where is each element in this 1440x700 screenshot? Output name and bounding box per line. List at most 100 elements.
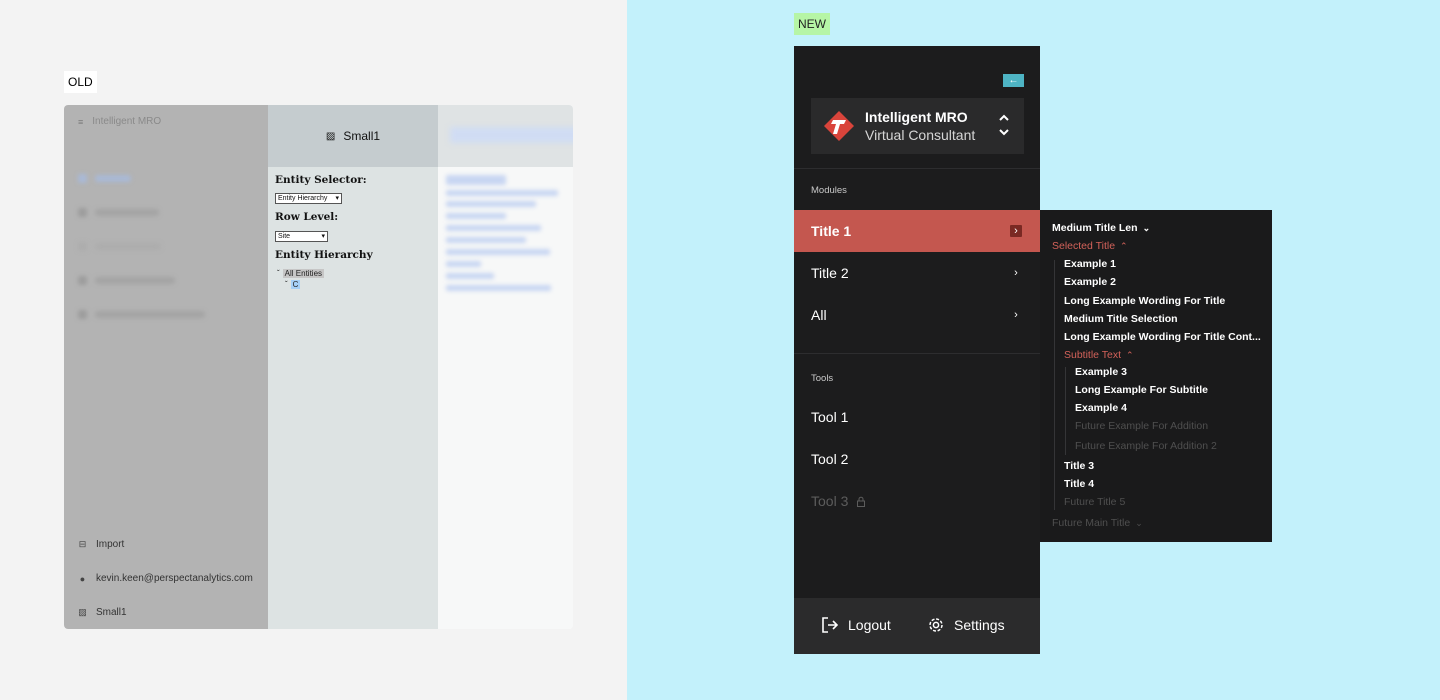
- tree-node-child[interactable]: ˇ C: [277, 279, 324, 290]
- tree-guide-line: [1054, 260, 1055, 510]
- submenu-future-item: Future Title 5: [1064, 496, 1126, 508]
- brand-switcher[interactable]: Intelligent MRO Virtual Consultant: [811, 98, 1024, 154]
- chevron-down-icon: ▾: [335, 195, 339, 202]
- caret-icon[interactable]: ˇ: [285, 280, 288, 289]
- chevron-right-icon: ›: [1010, 225, 1022, 237]
- submenu-item[interactable]: Title 4: [1064, 478, 1094, 490]
- blurred-title: [450, 127, 573, 143]
- old-nav-item-blurred[interactable]: [78, 207, 159, 217]
- gear-icon: [929, 618, 943, 632]
- arrow-left-icon: ←: [1008, 75, 1019, 86]
- old-app-title: Intelligent MRO: [92, 116, 162, 127]
- old-nav-item-blurred[interactable]: [78, 173, 131, 183]
- blurred-text: [446, 249, 550, 255]
- submenu-top-label: Medium Title Len: [1052, 222, 1138, 234]
- tree-node-root[interactable]: ˇ All Entities: [277, 268, 325, 279]
- submenu-top-item[interactable]: Medium Title Len ⌄: [1052, 222, 1150, 234]
- submenu-item[interactable]: Example 2: [1064, 276, 1116, 288]
- tool-item-label: Tool 2: [811, 451, 849, 467]
- chevron-right-icon: ›: [1014, 267, 1018, 279]
- module-item-title-2[interactable]: Title 2 ›: [794, 252, 1040, 294]
- hamburger-icon[interactable]: ≡: [78, 117, 83, 127]
- entity-selector-value: Entity Hierarchy: [278, 195, 328, 202]
- tool-item-2[interactable]: Tool 2: [811, 451, 848, 467]
- submenu-future-sub-item: Future Example For Addition 2: [1075, 440, 1217, 452]
- brand-subtitle: Virtual Consultant: [865, 127, 976, 143]
- submenu-sub-item[interactable]: Long Example For Subtitle: [1075, 384, 1208, 396]
- blurred-text: [446, 175, 506, 185]
- tree-guide-line: [1065, 367, 1066, 455]
- blurred-text: [446, 225, 541, 231]
- old-panel-title: Small1: [343, 129, 381, 143]
- chevron-down-icon: ⌄: [1142, 222, 1151, 233]
- logout-button[interactable]: Logout: [821, 616, 891, 634]
- submenu-selected-label: Selected Title: [1052, 240, 1116, 252]
- divider: [794, 353, 1040, 354]
- old-nav-item-blurred[interactable]: [78, 309, 205, 319]
- caret-icon[interactable]: ˇ: [277, 269, 280, 278]
- settings-label: Settings: [954, 617, 1005, 633]
- user-icon: ●: [79, 573, 86, 584]
- submenu-sub-item[interactable]: Example 3: [1075, 366, 1127, 378]
- import-icon: ⊟: [78, 539, 87, 549]
- module-submenu: Medium Title Len ⌄ Selected Title ⌃ Exam…: [1040, 210, 1272, 542]
- factory-icon: ▨: [78, 607, 87, 617]
- old-content-area: [438, 105, 573, 629]
- row-level-label: Row Level:: [275, 211, 339, 223]
- factory-icon: ▨: [325, 130, 336, 142]
- submenu-subtitle-label: Subtitle Text: [1064, 349, 1122, 361]
- tool-item-label: Tool 1: [811, 409, 849, 425]
- blurred-text: [446, 201, 536, 207]
- tree-child-label[interactable]: C: [290, 280, 301, 289]
- settings-button[interactable]: Settings: [927, 616, 1005, 634]
- old-panel-header: ▨ Small1: [268, 105, 438, 167]
- module-item-label: All: [811, 307, 827, 323]
- module-item-all[interactable]: All ›: [794, 294, 1040, 336]
- tool-item-1[interactable]: Tool 1: [811, 409, 848, 425]
- old-nav-item-blurred[interactable]: [78, 275, 175, 285]
- submenu-future-main-label: Future Main Title: [1052, 517, 1131, 529]
- old-import-label: Import: [96, 539, 125, 550]
- submenu-item[interactable]: Long Example Wording For Title Cont...: [1064, 331, 1261, 343]
- tree-root-label[interactable]: All Entities: [282, 269, 325, 278]
- row-level-select[interactable]: Site ▾: [275, 231, 328, 242]
- collapse-sidebar-button[interactable]: ←: [1003, 74, 1024, 87]
- brand-logo-icon: [824, 111, 854, 141]
- entity-selector-label: Entity Selector:: [275, 174, 367, 186]
- blurred-text: [446, 273, 494, 279]
- old-label-tag: OLD: [64, 71, 97, 93]
- submenu-item[interactable]: Long Example Wording For Title: [1064, 295, 1225, 307]
- blurred-text: [446, 285, 551, 291]
- brand-name: Intelligent MRO: [865, 109, 968, 125]
- module-item-label: Title 2: [811, 265, 849, 281]
- new-sidebar: ← Intelligent MRO Virtual Consultant Mod…: [794, 46, 1040, 654]
- chevron-up-icon: ⌃: [1126, 349, 1134, 360]
- entity-tree: ˇ All Entities ˇ C: [277, 268, 325, 290]
- submenu-item[interactable]: Example 1: [1064, 258, 1116, 270]
- submenu-subtitle-item[interactable]: Subtitle Text ⌃: [1064, 349, 1134, 361]
- lock-icon: [857, 496, 866, 507]
- old-entity-panel: ▨ Small1 Entity Selector: Entity Hierarc…: [268, 105, 438, 629]
- tool-item-3: Tool 3: [811, 493, 866, 509]
- submenu-selected-item[interactable]: Selected Title ⌃: [1052, 240, 1128, 252]
- chevron-updown-icon[interactable]: [997, 110, 1011, 140]
- logout-icon: [822, 617, 839, 633]
- old-site-item[interactable]: ▨ Small1: [78, 607, 126, 618]
- old-import-item[interactable]: ⊟ Import: [78, 539, 125, 550]
- logout-label: Logout: [848, 617, 891, 633]
- submenu-item[interactable]: Medium Title Selection: [1064, 313, 1178, 325]
- blurred-text: [446, 237, 526, 243]
- new-label-tag: NEW: [794, 13, 830, 35]
- sidebar-footer: Logout Settings: [794, 598, 1040, 654]
- old-user-item[interactable]: ● kevin.keen@perspectanalytics.com: [78, 573, 253, 584]
- submenu-sub-item[interactable]: Example 4: [1075, 402, 1127, 414]
- chevron-up-icon: ⌃: [1120, 240, 1128, 251]
- entity-selector-select[interactable]: Entity Hierarchy ▾: [275, 193, 342, 204]
- entity-hierarchy-label: Entity Hierarchy: [275, 249, 373, 261]
- submenu-item[interactable]: Title 3: [1064, 460, 1094, 472]
- old-app-header[interactable]: ≡ Intelligent MRO: [78, 116, 161, 127]
- old-nav-item-blurred[interactable]: [78, 241, 161, 251]
- module-item-title-1[interactable]: Title 1 ›: [794, 210, 1040, 252]
- modules-section-label: Modules: [811, 185, 847, 196]
- chevron-down-icon: ⌄: [1135, 517, 1143, 528]
